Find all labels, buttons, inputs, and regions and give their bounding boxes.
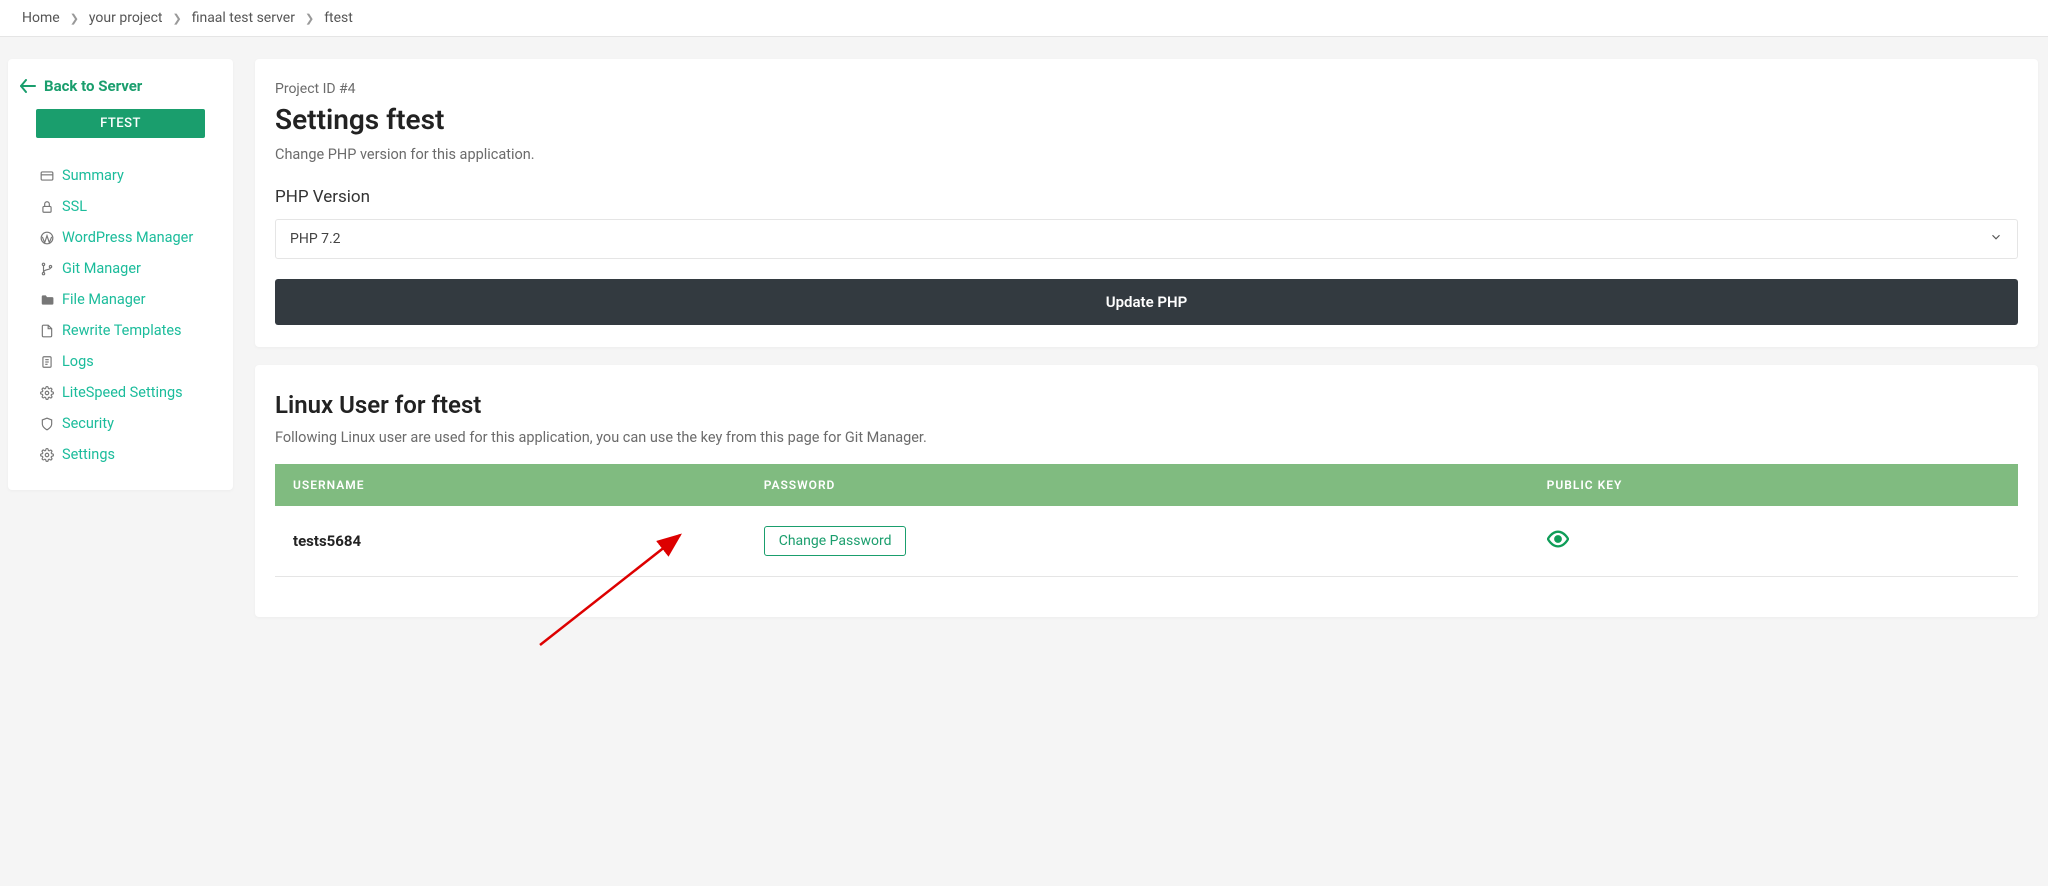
- sidebar-item-label: SSL: [62, 198, 87, 215]
- sidebar-item-label: Logs: [62, 353, 94, 370]
- main-content: Project ID #4 Settings ftest Change PHP …: [255, 59, 2038, 617]
- breadcrumb-item-project[interactable]: your project: [89, 10, 163, 26]
- back-to-server-link[interactable]: Back to Server: [18, 77, 223, 95]
- chevron-right-icon: ❯: [172, 12, 181, 25]
- sidebar-item-label: LiteSpeed Settings: [62, 384, 183, 401]
- eye-icon[interactable]: [1547, 528, 1569, 550]
- gear-icon: [40, 386, 54, 400]
- sidebar-item-git[interactable]: Git Manager: [40, 253, 223, 284]
- cell-username: tests5684: [275, 506, 746, 577]
- wordpress-icon: [40, 231, 54, 245]
- arrow-left-icon: [20, 79, 36, 93]
- folder-icon: [40, 293, 54, 307]
- sidebar-nav: Summary SSL WordPress Manager Git Manage…: [18, 160, 223, 470]
- site-button[interactable]: FTEST: [36, 109, 205, 138]
- cell-publickey: [1529, 506, 2018, 577]
- linux-user-title: Linux User for ftest: [275, 391, 2018, 419]
- breadcrumb-item-server[interactable]: finaal test server: [192, 10, 295, 26]
- lock-icon: [40, 200, 54, 214]
- breadcrumb: Home ❯ your project ❯ finaal test server…: [0, 0, 2048, 37]
- breadcrumb-item-home[interactable]: Home: [22, 10, 60, 26]
- git-branch-icon: [40, 262, 54, 276]
- php-version-value: PHP 7.2: [290, 231, 341, 247]
- sidebar-item-wordpress[interactable]: WordPress Manager: [40, 222, 223, 253]
- change-password-button[interactable]: Change Password: [764, 526, 907, 556]
- chevron-right-icon: ❯: [305, 12, 314, 25]
- php-version-select[interactable]: PHP 7.2: [275, 219, 2018, 259]
- project-id: Project ID #4: [275, 81, 2018, 97]
- sidebar-item-label: WordPress Manager: [62, 229, 193, 246]
- cell-password: Change Password: [746, 506, 1529, 577]
- settings-subtitle: Change PHP version for this application.: [275, 146, 2018, 163]
- sidebar-item-logs[interactable]: Logs: [40, 346, 223, 377]
- sidebar-item-filemanager[interactable]: File Manager: [40, 284, 223, 315]
- back-label: Back to Server: [44, 77, 142, 95]
- sidebar-item-litespeed[interactable]: LiteSpeed Settings: [40, 377, 223, 408]
- sidebar-item-label: Security: [62, 415, 114, 432]
- chevron-down-icon: [1989, 230, 2003, 248]
- sidebar-item-label: Rewrite Templates: [62, 322, 182, 339]
- col-password: PASSWORD: [746, 464, 1529, 506]
- file-icon: [40, 324, 54, 338]
- sidebar-item-security[interactable]: Security: [40, 408, 223, 439]
- sidebar-item-rewrite[interactable]: Rewrite Templates: [40, 315, 223, 346]
- linux-user-subtitle: Following Linux user are used for this a…: [275, 429, 2018, 446]
- sidebar: Back to Server FTEST Summary SSL WordPre…: [8, 59, 233, 490]
- sidebar-item-label: Settings: [62, 446, 115, 463]
- card-icon: [40, 169, 54, 183]
- linux-user-card: Linux User for ftest Following Linux use…: [255, 365, 2038, 617]
- update-php-button[interactable]: Update PHP: [275, 279, 2018, 325]
- breadcrumb-item-current[interactable]: ftest: [324, 10, 353, 26]
- settings-card: Project ID #4 Settings ftest Change PHP …: [255, 59, 2038, 347]
- sidebar-item-label: Summary: [62, 167, 124, 184]
- gear-icon: [40, 448, 54, 462]
- linux-user-table: USERNAME PASSWORD PUBLIC KEY tests5684 C…: [275, 464, 2018, 577]
- chevron-right-icon: ❯: [70, 12, 79, 25]
- col-publickey: PUBLIC KEY: [1529, 464, 2018, 506]
- sidebar-item-label: Git Manager: [62, 260, 141, 277]
- clipboard-icon: [40, 355, 54, 369]
- sidebar-item-label: File Manager: [62, 291, 146, 308]
- sidebar-item-ssl[interactable]: SSL: [40, 191, 223, 222]
- table-row: tests5684 Change Password: [275, 506, 2018, 577]
- sidebar-item-summary[interactable]: Summary: [40, 160, 223, 191]
- sidebar-item-settings[interactable]: Settings: [40, 439, 223, 470]
- shield-icon: [40, 417, 54, 431]
- php-version-label: PHP Version: [275, 187, 2018, 207]
- page-title: Settings ftest: [275, 103, 2018, 136]
- col-username: USERNAME: [275, 464, 746, 506]
